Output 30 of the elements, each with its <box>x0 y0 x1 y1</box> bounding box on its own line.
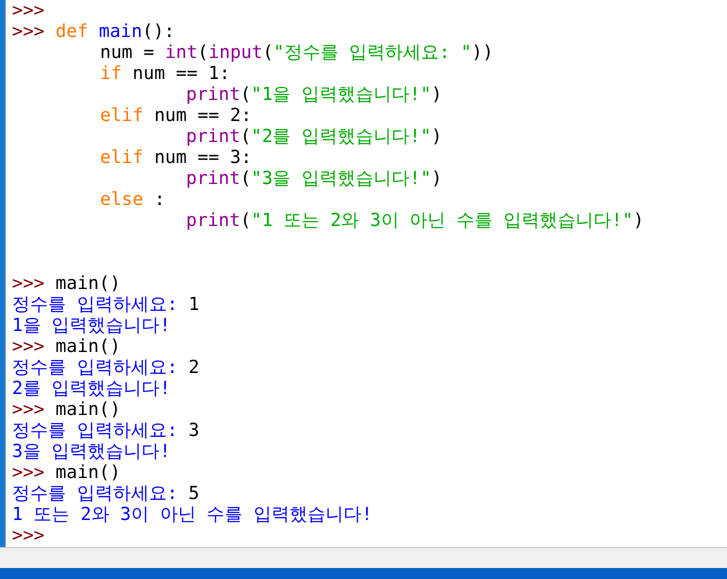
code-line: else : <box>100 189 166 210</box>
shell-prompt: >>> <box>12 399 45 420</box>
output-line: 1 또는 2와 3이 아닌 수를 입력했습니다! <box>12 504 372 525</box>
output-line: 정수를 입력하세요: 1 <box>12 294 200 315</box>
output-line: 정수를 입력하세요: 3 <box>12 420 200 441</box>
code-line: main() <box>56 273 121 294</box>
shell-prompt: >>> <box>12 336 45 357</box>
code-line: main() <box>56 336 121 357</box>
shell-prompt: >>> <box>12 273 45 294</box>
code-line: print("2를 입력했습니다!") <box>186 126 442 147</box>
code-line: def main(): <box>56 21 175 42</box>
shell-prompt: >>> <box>12 21 45 42</box>
output-line: 1을 입력했습니다! <box>12 315 171 336</box>
code-line: print("1 또는 2와 3이 아닌 수를 입력했습니다!") <box>186 210 644 231</box>
shell-prompt: >>> <box>12 0 45 21</box>
code-line: print("3을 입력했습니다!") <box>186 168 442 189</box>
code-line: main() <box>56 462 121 483</box>
output-line: 3을 입력했습니다! <box>12 441 171 462</box>
shell-text-area[interactable] <box>6 0 727 547</box>
code-line: main() <box>56 399 121 420</box>
output-line: 정수를 입력하세요: 5 <box>12 483 200 504</box>
code-line: num = int(input("정수를 입력하세요: ")) <box>100 42 494 63</box>
shell-prompt: >>> <box>12 462 45 483</box>
output-line: 2를 입력했습니다! <box>12 378 171 399</box>
shell-prompt: >>> <box>12 525 45 546</box>
code-line: if num == 1: <box>100 63 230 84</box>
code-line: elif num == 3: <box>100 147 252 168</box>
code-line: print("1을 입력했습니다!") <box>186 84 442 105</box>
code-line: elif num == 2: <box>100 105 252 126</box>
output-line: 정수를 입력하세요: 2 <box>12 357 200 378</box>
